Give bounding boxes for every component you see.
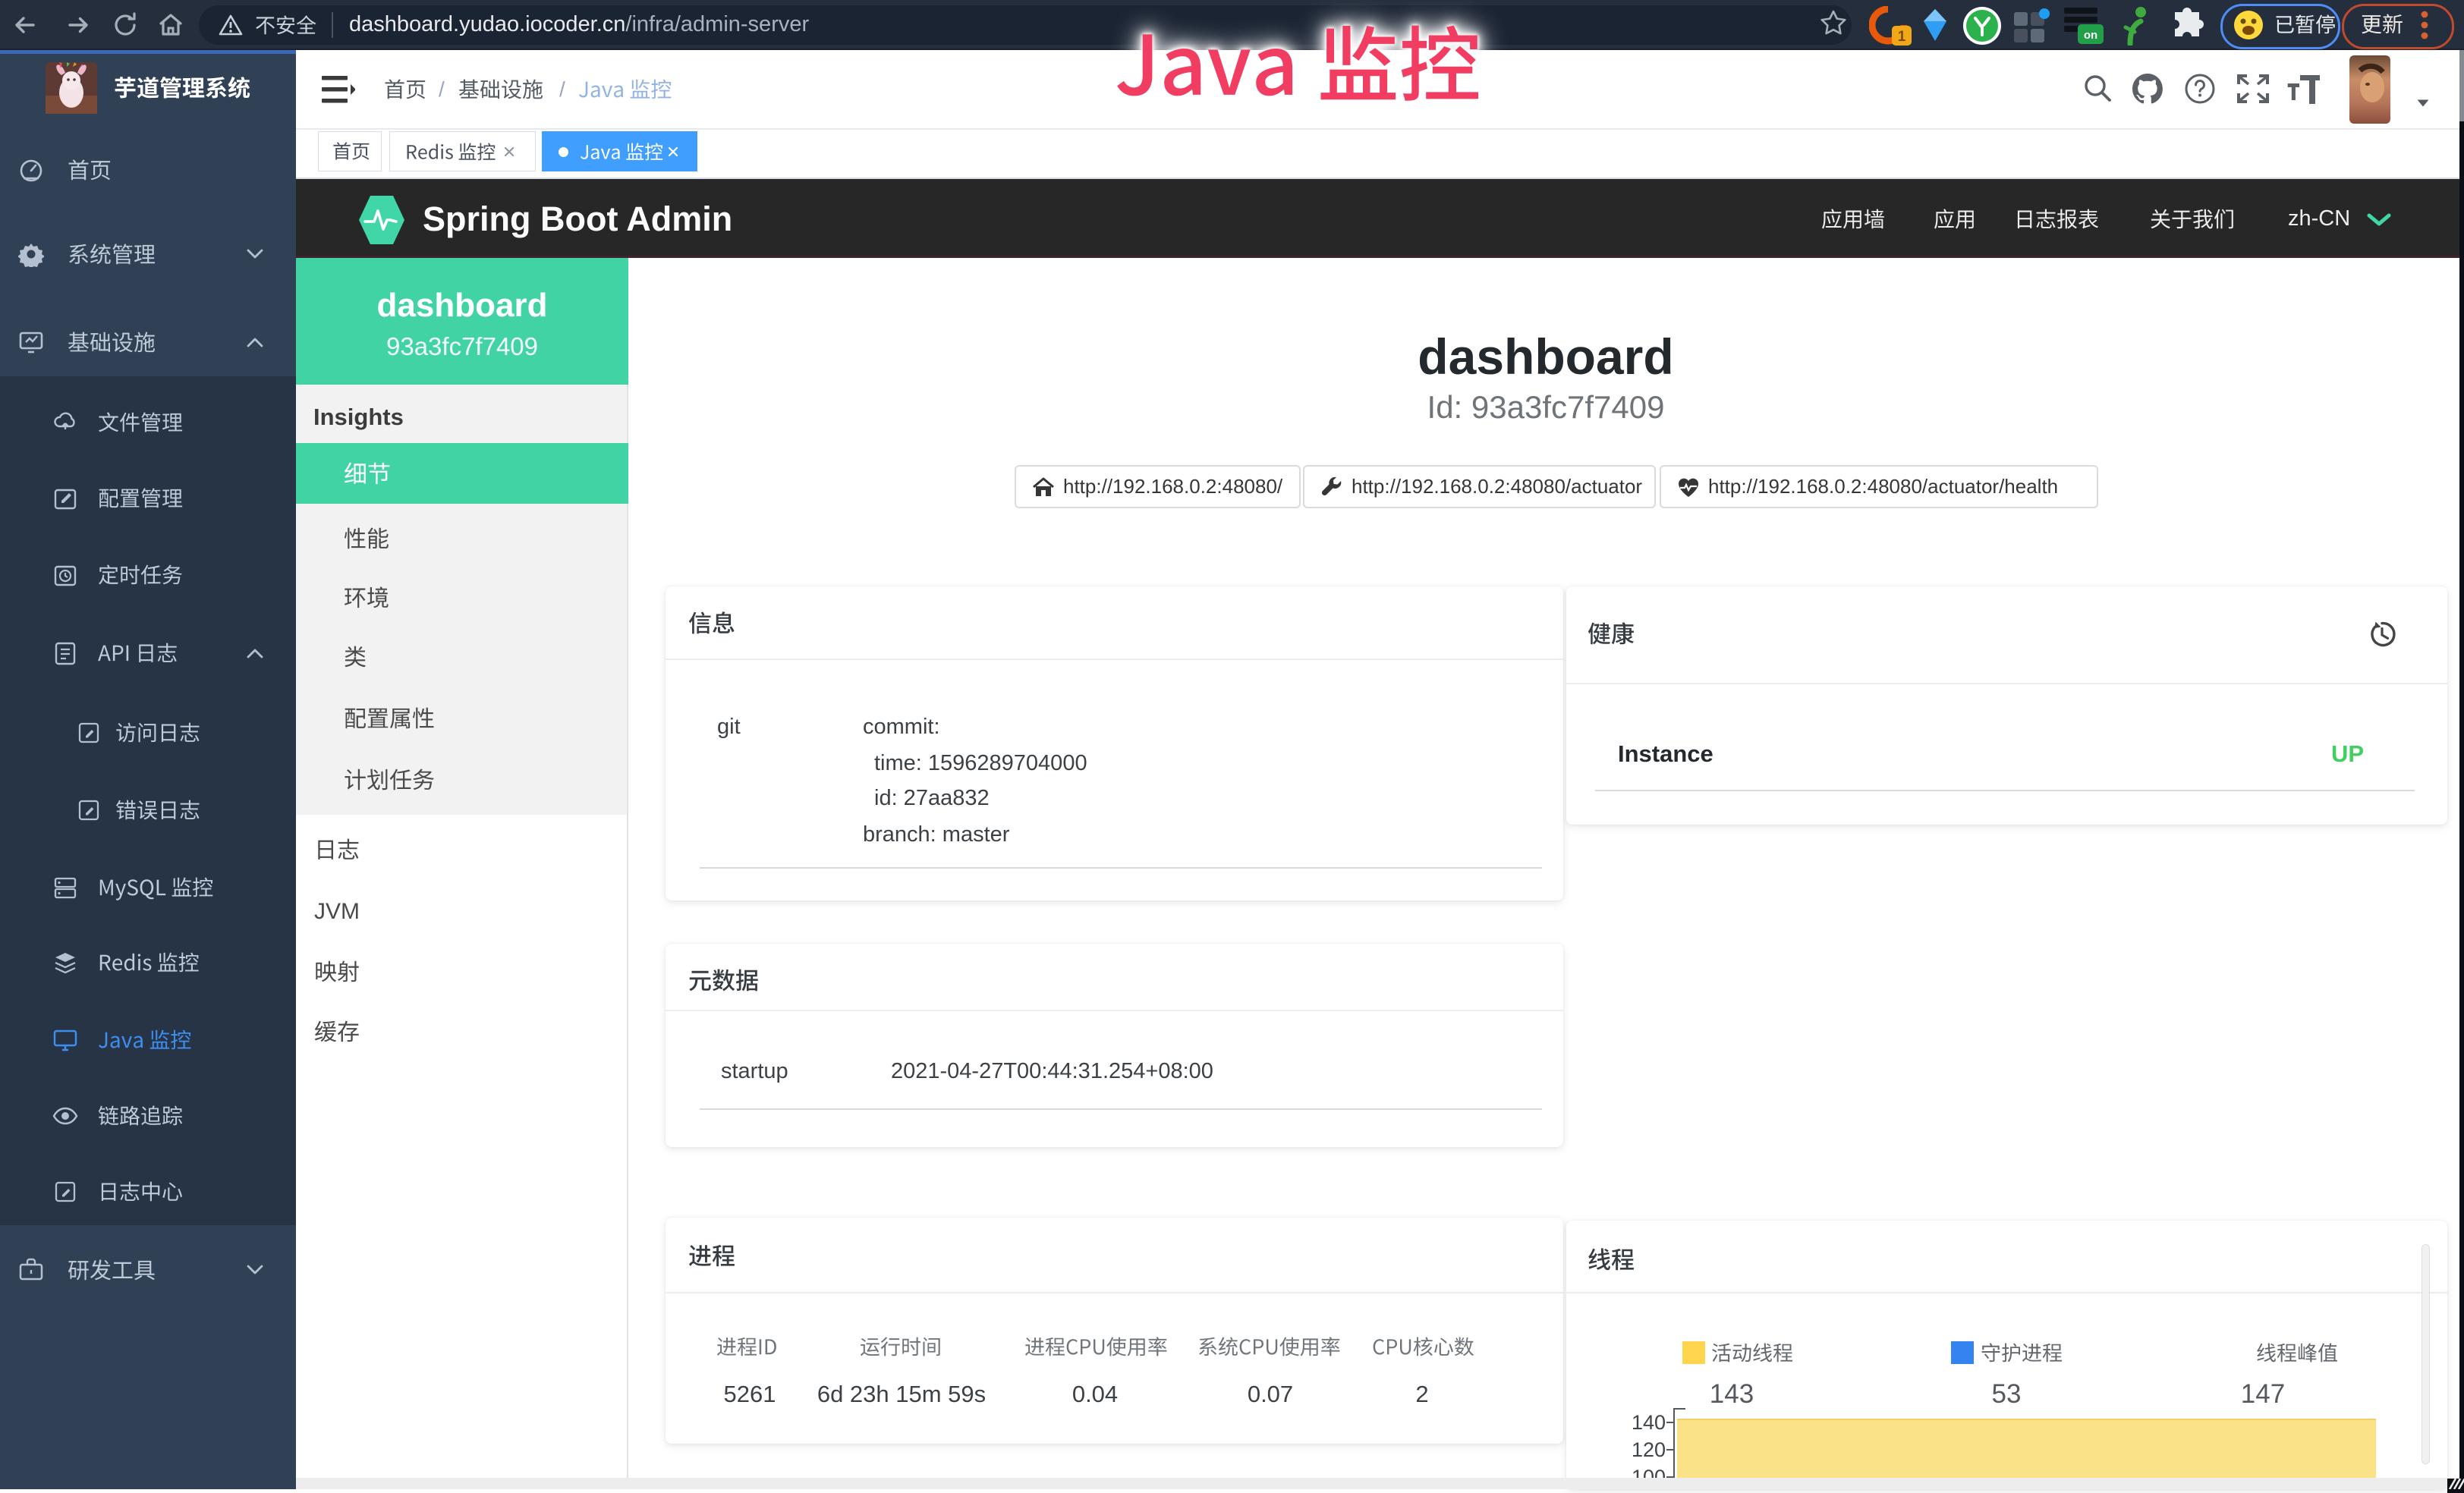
svg-text:1: 1 [1898,29,1906,45]
svg-text:on: on [2084,29,2097,42]
